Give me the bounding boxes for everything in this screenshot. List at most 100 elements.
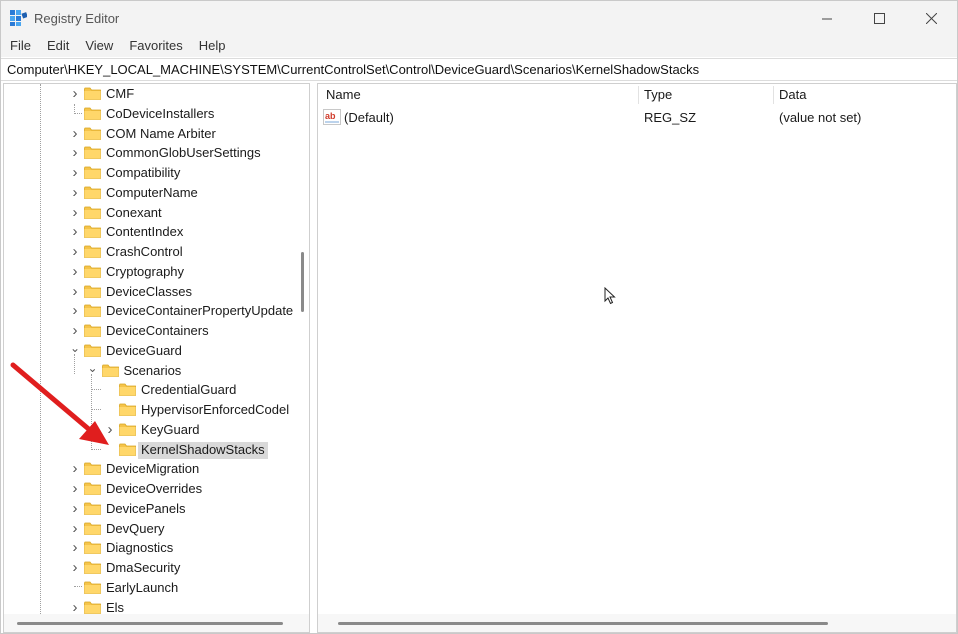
tree-item[interactable]: › ContentIndex	[4, 222, 296, 242]
value-type: REG_SZ	[644, 110, 697, 125]
value-name: (Default)	[344, 110, 394, 125]
chevron-right-icon[interactable]: ›	[70, 224, 80, 239]
chevron-right-icon[interactable]: ›	[70, 264, 80, 279]
column-header-type[interactable]: Type	[644, 87, 672, 102]
tree-item-label: CommonGlobUserSettings	[106, 145, 261, 160]
minimize-icon	[821, 18, 832, 19]
annotation-arrow-icon	[10, 362, 109, 445]
folder-icon	[84, 581, 101, 594]
tree-item[interactable]: › DeviceMigration	[4, 459, 296, 479]
minimize-button[interactable]	[801, 1, 853, 35]
tree-item-label: CrashControl	[106, 244, 183, 259]
registry-editor-window: Registry Editor File Edit View Favorites…	[0, 0, 958, 634]
folder-icon	[84, 245, 101, 258]
folder-icon	[84, 285, 101, 298]
title-bar[interactable]: Registry Editor	[1, 1, 957, 35]
tree-item[interactable]: ⌄ DeviceGuard	[4, 341, 296, 361]
key-tree-pane[interactable]: › CMF CoDeviceInstallers › COM Name Arbiter ›…	[3, 83, 310, 633]
chevron-right-icon[interactable]: ›	[70, 600, 80, 614]
menu-bar: File Edit View Favorites Help	[1, 35, 957, 57]
tree-item-label: KeyGuard	[141, 422, 200, 437]
tree-item[interactable]: › DeviceOverrides	[4, 479, 296, 499]
tree-item-label: DeviceContainerPropertyUpdate	[106, 303, 294, 318]
tree-item-label: DevicePanels	[106, 501, 186, 516]
chevron-right-icon[interactable]: ›	[70, 145, 80, 160]
tree-item[interactable]: › COM Name Arbiter	[4, 124, 296, 144]
tree-vertical-scrollbar[interactable]	[296, 84, 309, 614]
tree-item[interactable]: › Diagnostics	[4, 538, 296, 558]
chevron-right-icon[interactable]: ›	[70, 521, 80, 536]
tree-item-label: HypervisorEnforcedCodel	[141, 402, 290, 417]
chevron-right-icon[interactable]: ›	[70, 540, 80, 555]
tree-item[interactable]: › DeviceContainers	[4, 321, 296, 341]
chevron-right-icon[interactable]: ›	[70, 323, 80, 338]
list-horizontal-scrollbar[interactable]	[318, 614, 956, 632]
tree-horizontal-scroll-thumb[interactable]	[17, 622, 283, 625]
menu-help[interactable]: Help	[199, 35, 226, 57]
column-divider[interactable]	[638, 86, 639, 104]
chevron-right-icon[interactable]: ›	[70, 501, 80, 516]
tree-item[interactable]: › ComputerName	[4, 183, 296, 203]
tree-item-label: Cryptography	[106, 264, 185, 279]
column-header-data[interactable]: Data	[779, 87, 806, 102]
tree-item-label: DeviceMigration	[106, 461, 200, 476]
folder-icon	[84, 146, 101, 159]
folder-icon	[84, 344, 101, 357]
folder-icon	[119, 443, 136, 456]
menu-edit[interactable]: Edit	[47, 35, 69, 57]
chevron-right-icon[interactable]: ›	[70, 303, 80, 318]
chevron-right-icon[interactable]: ›	[70, 461, 80, 476]
tree-item[interactable]: › DeviceClasses	[4, 282, 296, 302]
tree-item[interactable]: › CommonGlobUserSettings	[4, 143, 296, 163]
svg-text:ab: ab	[325, 111, 336, 121]
folder-icon	[84, 166, 101, 179]
chevron-right-icon[interactable]: ›	[70, 205, 80, 220]
menu-file[interactable]: File	[10, 35, 31, 57]
tree-item-label: Scenarios	[123, 363, 182, 378]
tree-item-label: Conexant	[106, 205, 162, 220]
tree-item[interactable]: › Conexant	[4, 203, 296, 223]
tree-item-label: EarlyLaunch	[106, 580, 179, 595]
tree-item[interactable]: › Compatibility	[4, 163, 296, 183]
tree-vertical-scroll-thumb[interactable]	[301, 252, 304, 312]
chevron-right-icon[interactable]: ›	[70, 481, 80, 496]
chevron-down-icon[interactable]: ⌄	[70, 342, 80, 357]
maximize-button[interactable]	[853, 1, 905, 35]
folder-icon	[84, 87, 101, 100]
tree-item[interactable]: CoDeviceInstallers	[4, 104, 296, 124]
tree-item-label: ContentIndex	[106, 224, 184, 239]
column-header-name[interactable]: Name	[326, 87, 361, 102]
tree-item-label: KernelShadowStacks	[138, 442, 268, 459]
tree-item[interactable]: › Els	[4, 598, 296, 614]
tree-item-label: Els	[106, 600, 125, 614]
tree-horizontal-scrollbar[interactable]	[4, 614, 309, 632]
menu-favorites[interactable]: Favorites	[129, 35, 182, 57]
folder-icon	[84, 225, 101, 238]
column-divider[interactable]	[773, 86, 774, 104]
tree-item[interactable]: › DmaSecurity	[4, 558, 296, 578]
folder-icon	[119, 383, 136, 396]
value-row[interactable]: ab (Default) REG_SZ (value not set)	[318, 108, 956, 128]
tree-item[interactable]: › DevicePanels	[4, 499, 296, 519]
chevron-right-icon[interactable]: ›	[70, 284, 80, 299]
chevron-right-icon[interactable]: ›	[70, 165, 80, 180]
tree-item[interactable]: › CMF	[4, 84, 296, 104]
chevron-right-icon[interactable]: ›	[70, 185, 80, 200]
tree-item[interactable]: › Cryptography	[4, 262, 296, 282]
tree-item[interactable]: › DeviceContainerPropertyUpdate	[4, 301, 296, 321]
chevron-right-icon[interactable]: ›	[70, 86, 80, 101]
tree-item[interactable]: EarlyLaunch	[4, 578, 296, 598]
chevron-right-icon[interactable]: ›	[70, 560, 80, 575]
tree-item[interactable]: › CrashControl	[4, 242, 296, 262]
chevron-right-icon[interactable]: ›	[70, 244, 80, 259]
address-bar[interactable]: Computer\HKEY_LOCAL_MACHINE\SYSTEM\Curre…	[1, 58, 957, 81]
values-list-pane[interactable]: Name Type Data ab (Default) REG_SZ (valu…	[317, 83, 957, 633]
tree-item[interactable]: › DevQuery	[4, 519, 296, 539]
folder-icon	[84, 304, 101, 317]
chevron-right-icon[interactable]: ›	[70, 126, 80, 141]
list-horizontal-scroll-thumb[interactable]	[338, 622, 828, 625]
folder-icon	[119, 423, 136, 436]
menu-view[interactable]: View	[85, 35, 113, 57]
close-button[interactable]	[905, 1, 957, 35]
list-header: Name Type Data	[318, 84, 956, 106]
